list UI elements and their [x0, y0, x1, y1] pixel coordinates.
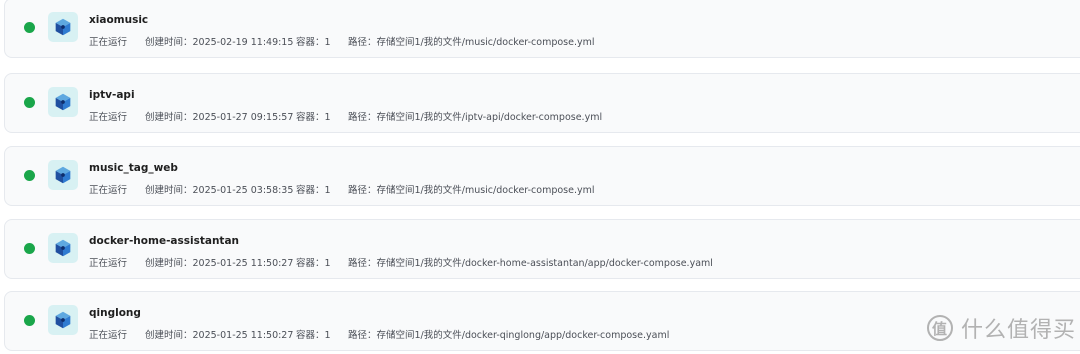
project-status: 正在运行 [89, 37, 128, 48]
project-created-time: 创建时间：2025-01-25 11:50:27 [145, 330, 294, 341]
project-card[interactable]: docker-home-assistantan 正在运行 创建时间：2025-0… [4, 219, 1080, 279]
smzdm-watermark: 值 什么值得买 [926, 312, 1076, 344]
project-meta: 正在运行 创建时间：2025-02-19 11:49:15 容器：1 路径：存储… [89, 34, 595, 48]
project-name[interactable]: qinglong [89, 307, 141, 319]
project-path: 路径：存储空间1/我的文件/docker-qinglong/app/docker… [348, 330, 670, 341]
project-created-time: 创建时间：2025-01-25 11:50:27 [145, 258, 294, 269]
project-card[interactable]: xiaomusic 正在运行 创建时间：2025-02-19 11:49:15 … [4, 0, 1080, 58]
project-card[interactable]: music_tag_web 正在运行 创建时间：2025-01-25 03:58… [4, 146, 1080, 206]
docker-cube-icon [48, 87, 78, 117]
project-path: 路径：存储空间1/我的文件/music/docker-compose.yml [348, 37, 595, 48]
running-status-dot [24, 170, 35, 181]
project-container-count: 容器：1 [296, 112, 331, 123]
running-status-dot [24, 22, 35, 33]
running-status-dot [24, 97, 35, 108]
project-container-count: 容器：1 [296, 185, 331, 196]
running-status-dot [24, 315, 35, 326]
compose-project-list: xiaomusic 正在运行 创建时间：2025-02-19 11:49:15 … [0, 0, 1080, 354]
project-path: 路径：存储空间1/我的文件/music/docker-compose.yml [348, 185, 595, 196]
project-meta: 正在运行 创建时间：2025-01-25 11:50:27 容器：1 路径：存储… [89, 327, 669, 341]
project-path: 路径：存储空间1/我的文件/iptv-api/docker-compose.ym… [348, 112, 603, 123]
project-card[interactable]: iptv-api 正在运行 创建时间：2025-01-27 09:15:57 容… [4, 73, 1080, 133]
project-container-count: 容器：1 [296, 258, 331, 269]
project-card[interactable]: qinglong 正在运行 创建时间：2025-01-25 11:50:27 容… [4, 291, 1080, 351]
smzdm-logo-icon: 值 [926, 315, 953, 341]
project-container-count: 容器：1 [296, 330, 331, 341]
docker-cube-icon [48, 305, 78, 335]
project-name[interactable]: docker-home-assistantan [89, 235, 239, 247]
project-created-time: 创建时间：2025-01-27 09:15:57 [145, 112, 294, 123]
project-created-time: 创建时间：2025-02-19 11:49:15 [145, 37, 294, 48]
project-created-time: 创建时间：2025-01-25 03:58:35 [145, 185, 294, 196]
project-meta: 正在运行 创建时间：2025-01-25 11:50:27 容器：1 路径：存储… [89, 255, 713, 269]
project-meta: 正在运行 创建时间：2025-01-25 03:58:35 容器：1 路径：存储… [89, 182, 595, 196]
project-name[interactable]: xiaomusic [89, 14, 148, 26]
docker-cube-icon [48, 233, 78, 263]
running-status-dot [24, 243, 35, 254]
project-path: 路径：存储空间1/我的文件/docker-home-assistantan/ap… [348, 258, 713, 269]
project-status: 正在运行 [89, 185, 128, 196]
project-status: 正在运行 [89, 258, 128, 269]
project-status: 正在运行 [89, 330, 128, 341]
project-meta: 正在运行 创建时间：2025-01-27 09:15:57 容器：1 路径：存储… [89, 109, 602, 123]
project-status: 正在运行 [89, 112, 128, 123]
docker-cube-icon [48, 12, 78, 42]
project-name[interactable]: iptv-api [89, 89, 135, 101]
watermark-text: 什么值得买 [960, 318, 1076, 343]
project-container-count: 容器：1 [296, 37, 331, 48]
docker-cube-icon [48, 160, 78, 190]
project-name[interactable]: music_tag_web [89, 162, 178, 174]
